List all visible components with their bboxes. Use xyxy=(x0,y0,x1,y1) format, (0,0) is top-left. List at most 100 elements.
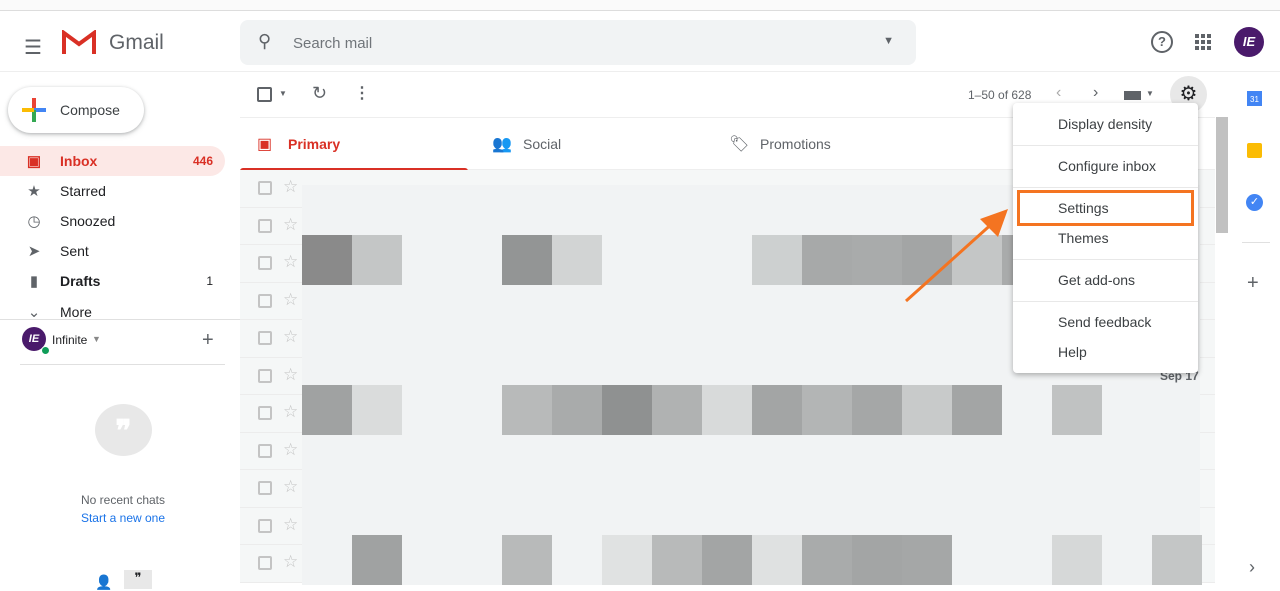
tag-icon: 🏷 xyxy=(729,136,750,153)
star-icon[interactable]: ☆ xyxy=(283,290,298,310)
blur-block xyxy=(352,385,402,435)
star-icon[interactable]: ☆ xyxy=(283,477,298,497)
compose-label: Compose xyxy=(60,102,120,118)
row-checkbox[interactable] xyxy=(258,218,272,233)
star-icon[interactable]: ☆ xyxy=(283,177,298,197)
blur-block xyxy=(552,385,602,435)
star-icon[interactable]: ☆ xyxy=(283,402,298,422)
blur-block xyxy=(802,385,852,435)
row-checkbox[interactable] xyxy=(258,556,272,570)
search-bar[interactable]: ⚲ Search mail ▼ xyxy=(240,20,916,65)
star-icon[interactable]: ☆ xyxy=(283,252,298,272)
divider xyxy=(1013,259,1198,260)
divider xyxy=(1242,242,1270,243)
apps-grid-icon[interactable] xyxy=(1195,34,1211,50)
sidebar-item-drafts[interactable]: ▮ Drafts 1 xyxy=(0,266,225,296)
start-chat-link[interactable]: Start a new one xyxy=(0,511,246,525)
pagination-text: 1–50 of 628 xyxy=(968,88,1032,102)
row-checkbox[interactable] xyxy=(258,256,272,270)
row-checkbox[interactable] xyxy=(258,481,272,495)
keyboard-icon[interactable] xyxy=(1124,91,1141,100)
menu-item-send-feedback[interactable]: Send feedback xyxy=(1013,306,1198,338)
blur-block xyxy=(502,385,552,435)
star-icon[interactable]: ☆ xyxy=(283,327,298,347)
calendar-icon[interactable]: 31 xyxy=(1247,91,1262,106)
tab-social[interactable]: 👥 Social xyxy=(475,118,710,170)
row-checkbox[interactable] xyxy=(258,331,272,345)
blur-block xyxy=(702,385,752,435)
tab-promotions[interactable]: 🏷 Promotions xyxy=(712,118,947,170)
row-checkbox[interactable] xyxy=(258,181,272,195)
tasks-icon[interactable]: ✓ xyxy=(1246,194,1263,211)
blur-block xyxy=(752,535,802,585)
prev-page-icon[interactable]: ‹ xyxy=(1056,84,1061,102)
new-chat-plus-icon[interactable]: + xyxy=(202,329,214,352)
blur-block xyxy=(352,235,402,285)
blur-block xyxy=(302,235,352,285)
row-checkbox[interactable] xyxy=(258,368,272,383)
menu-item-display-density[interactable]: Display density xyxy=(1013,108,1198,140)
tab-primary[interactable]: ▣ Primary xyxy=(240,118,475,171)
compose-button[interactable]: Compose xyxy=(8,87,144,133)
sidebar-item-inbox[interactable]: ▣ Inbox 446 xyxy=(0,146,225,176)
keep-icon[interactable] xyxy=(1247,143,1262,158)
divider xyxy=(1013,301,1198,302)
hangouts-icon[interactable]: ❞ xyxy=(124,570,152,589)
row-checkbox[interactable] xyxy=(258,293,272,308)
select-all-checkbox[interactable] xyxy=(257,87,272,102)
main-menu-icon[interactable]: ☰ xyxy=(24,35,42,60)
clock-icon: ◷ xyxy=(27,213,41,230)
send-icon: ➤ xyxy=(27,243,41,260)
hangouts-user[interactable]: Infinite xyxy=(52,333,87,347)
blur-block xyxy=(1052,385,1102,435)
search-input[interactable]: Search mail xyxy=(293,35,372,52)
divider xyxy=(0,319,240,320)
chevron-down-icon[interactable]: ▼ xyxy=(92,334,101,344)
blur-block xyxy=(902,535,952,585)
search-options-icon[interactable]: ▼ xyxy=(883,35,894,47)
star-icon[interactable]: ☆ xyxy=(283,440,298,460)
sidebar-item-sent[interactable]: ➤ Sent xyxy=(0,236,225,266)
people-icon: 👥 xyxy=(492,136,512,153)
row-checkbox[interactable] xyxy=(258,518,272,533)
blur-block xyxy=(852,235,902,285)
sidebar-item-starred[interactable]: ★ Starred xyxy=(0,176,225,206)
input-tools-dropdown-icon[interactable]: ▼ xyxy=(1146,89,1154,98)
blur-block xyxy=(602,535,652,585)
expand-panel-icon[interactable]: › xyxy=(1249,557,1255,578)
menu-item-configure-inbox[interactable]: Configure inbox xyxy=(1013,150,1198,182)
annotation-arrow xyxy=(904,209,1008,303)
star-icon[interactable]: ☆ xyxy=(283,215,298,235)
help-icon[interactable]: ? xyxy=(1151,31,1173,53)
account-avatar[interactable]: IE xyxy=(1234,27,1264,57)
blur-block xyxy=(502,235,552,285)
person-icon[interactable]: 👤 xyxy=(95,574,112,591)
sidebar-item-snoozed[interactable]: ◷ Snoozed xyxy=(0,206,225,236)
menu-item-get-addons[interactable]: Get add-ons xyxy=(1013,264,1198,296)
more-options-icon[interactable]: ⋮ xyxy=(354,83,370,103)
row-checkbox[interactable] xyxy=(258,443,272,458)
menu-item-help[interactable]: Help xyxy=(1013,336,1198,368)
settings-highlight-box xyxy=(1017,190,1194,226)
browser-bookmark-bar xyxy=(0,0,1280,11)
search-icon[interactable]: ⚲ xyxy=(258,31,271,52)
draft-icon: ▮ xyxy=(29,273,39,290)
sidebar-item-more[interactable]: ⌄ More xyxy=(0,297,225,327)
select-dropdown-icon[interactable]: ▼ xyxy=(279,89,287,98)
star-icon[interactable]: ☆ xyxy=(283,552,298,572)
blur-block xyxy=(652,385,702,435)
row-checkbox[interactable] xyxy=(258,406,272,420)
blur-block xyxy=(602,385,652,435)
blur-block xyxy=(802,535,852,585)
blur-block xyxy=(752,385,802,435)
get-addons-plus-icon[interactable]: + xyxy=(1247,272,1259,295)
refresh-icon[interactable]: ↻ xyxy=(312,83,327,104)
star-icon[interactable]: ☆ xyxy=(283,365,298,385)
star-icon: ★ xyxy=(27,183,41,200)
scrollbar[interactable] xyxy=(1216,117,1228,233)
gmail-logo xyxy=(62,30,96,54)
side-panel: 31 ✓ + › xyxy=(1240,72,1280,589)
menu-item-themes[interactable]: Themes xyxy=(1013,222,1198,254)
next-page-icon[interactable]: › xyxy=(1093,84,1098,102)
star-icon[interactable]: ☆ xyxy=(283,515,298,535)
